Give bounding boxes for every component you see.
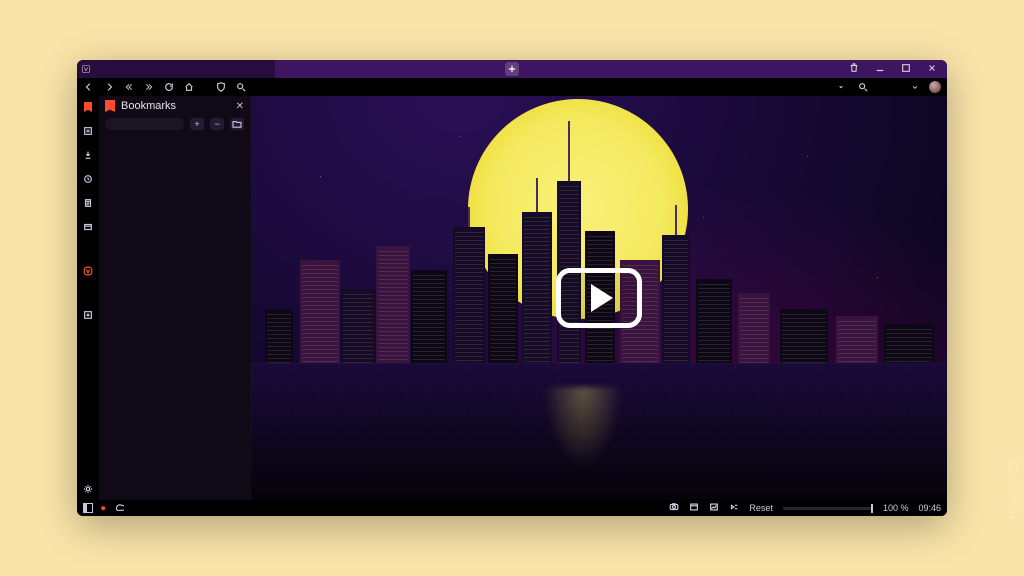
zoom-slider[interactable] [783, 507, 873, 510]
panel-title: Bookmarks [121, 100, 176, 112]
nav-rewind-button[interactable] [123, 81, 135, 93]
panel-rail [77, 96, 99, 500]
capture-icon[interactable] [669, 502, 679, 514]
nav-fastforward-button[interactable] [143, 81, 155, 93]
panel-remove-button[interactable]: − [210, 118, 224, 130]
page-content[interactable] [251, 96, 947, 500]
clock[interactable]: 09:46 [918, 503, 941, 513]
bookmark-icon [105, 100, 115, 112]
address-bar [77, 78, 947, 96]
panel-search-input[interactable] [105, 118, 184, 130]
images-toggle-icon[interactable] [709, 502, 719, 514]
status-bar: ⏺ Reset 100 % 09:46 [77, 500, 947, 516]
panel-toolbar: + − [99, 116, 250, 134]
zoom-value: 100 % [883, 503, 909, 513]
tracker-shield-icon[interactable] [215, 81, 227, 93]
page-actions-icon[interactable] [729, 502, 739, 514]
trash-icon[interactable] [849, 63, 859, 76]
tab-strip [95, 60, 849, 78]
titlebar [77, 60, 947, 78]
status-record-icon[interactable]: ⏺ [101, 503, 106, 514]
rail-notes-icon[interactable] [81, 196, 95, 210]
wallpaper-reflection [543, 387, 623, 468]
maximize-button[interactable] [901, 63, 911, 76]
main-area: Bookmarks ✕ + − [77, 96, 947, 500]
zoom-reset-button[interactable]: Reset [749, 503, 773, 513]
tiling-icon[interactable] [689, 502, 699, 514]
rail-window-panel-icon[interactable] [81, 220, 95, 234]
panel-toggle-button[interactable] [83, 503, 93, 513]
rail-history-icon[interactable] [81, 172, 95, 186]
close-button[interactable] [927, 63, 937, 76]
new-tab-button[interactable] [505, 62, 519, 76]
panel-body[interactable] [99, 134, 250, 500]
nav-back-button[interactable] [83, 81, 95, 93]
panel-close-button[interactable]: ✕ [236, 101, 244, 112]
vivaldi-menu-button[interactable] [77, 60, 95, 78]
vivaldi-watermark: VIVALDI [1008, 462, 1018, 520]
rail-bookmarks-icon[interactable] [81, 100, 95, 114]
minimize-button[interactable] [875, 63, 885, 76]
play-icon [591, 284, 613, 312]
rail-vivaldi-icon[interactable] [81, 264, 95, 278]
addr-search-icon[interactable] [857, 81, 869, 93]
tab-active[interactable] [95, 60, 275, 78]
profile-avatar[interactable] [929, 81, 941, 93]
extensions-dropdown-icon[interactable] [909, 81, 921, 93]
rail-downloads-icon[interactable] [81, 148, 95, 162]
rail-reading-list-icon[interactable] [81, 124, 95, 138]
window-controls [849, 63, 947, 76]
panel-add-button[interactable]: + [190, 118, 204, 130]
browser-window: Bookmarks ✕ + − [77, 60, 947, 516]
home-button[interactable] [183, 81, 195, 93]
reload-button[interactable] [163, 81, 175, 93]
nav-forward-button[interactable] [103, 81, 115, 93]
rail-settings-icon[interactable] [81, 482, 95, 496]
play-video-button[interactable] [556, 268, 642, 328]
bookmarks-panel: Bookmarks ✕ + − [99, 96, 251, 500]
panel-folder-button[interactable] [230, 118, 244, 130]
status-sync-icon[interactable] [114, 502, 124, 514]
panel-header: Bookmarks ✕ [99, 96, 250, 116]
rail-add-panel-button[interactable] [81, 308, 95, 322]
search-icon[interactable] [235, 81, 247, 93]
reader-dropdown-icon[interactable] [835, 81, 847, 93]
